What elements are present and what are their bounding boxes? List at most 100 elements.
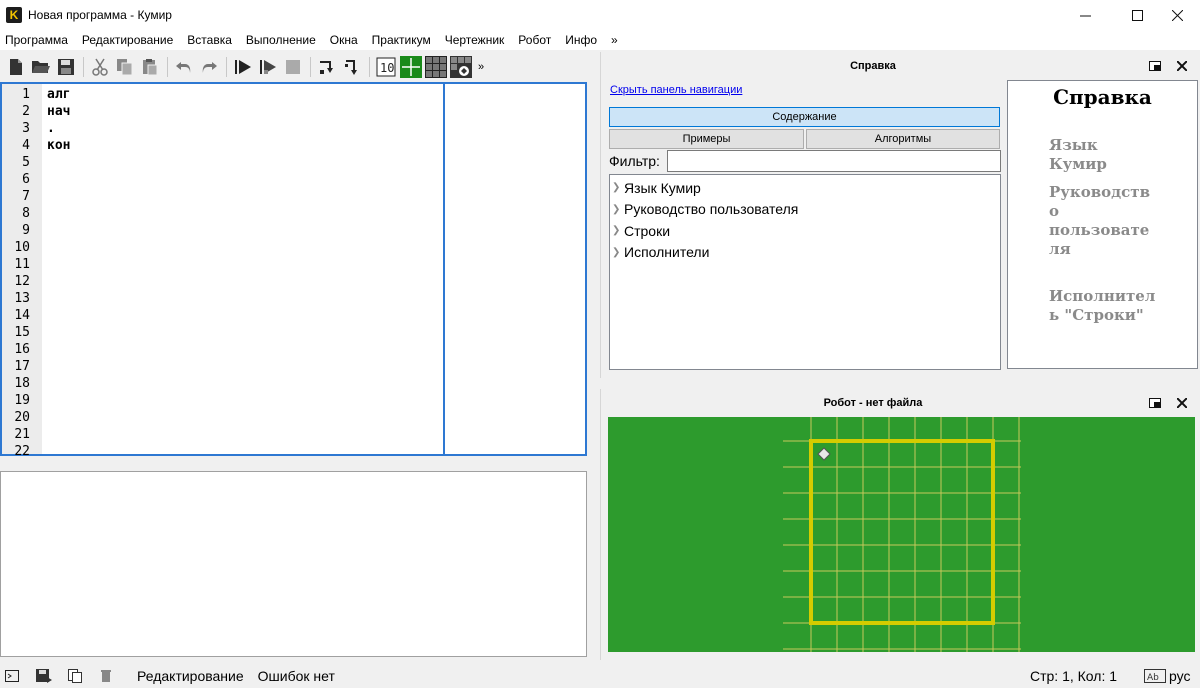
paste-button[interactable]: [138, 55, 162, 79]
line-number: 15: [14, 325, 30, 340]
undo-icon: [176, 62, 191, 73]
menu-program[interactable]: Программа: [5, 33, 68, 47]
copy-icon: [117, 59, 133, 76]
tree-item-kumir-language[interactable]: ❯ Язык Кумир: [610, 177, 1000, 199]
open-file-icon: [32, 61, 50, 73]
cursor-position: Стр: 1, Кол: 1: [1030, 668, 1118, 684]
undock-icon: [1149, 61, 1161, 71]
chevron-right-icon[interactable]: ❯: [612, 182, 624, 193]
robot-icon: [817, 447, 831, 461]
keyboard-layout-icon: Ab: [1144, 669, 1166, 686]
copy-output-icon[interactable]: [68, 668, 84, 684]
drawer-button[interactable]: [399, 55, 423, 79]
redo-button[interactable]: [197, 55, 221, 79]
tab-contents[interactable]: Содержание: [609, 107, 1000, 127]
menu-info[interactable]: Инфо: [565, 33, 597, 47]
tree-item-user-guide[interactable]: ❯ Руководство пользователя: [610, 199, 1000, 221]
help-doc-link-strings-executor[interactable]: Исполнител ь "Строки": [1049, 287, 1159, 325]
tab-algorithms[interactable]: Алгоритмы: [806, 129, 1000, 149]
line-number: 19: [14, 393, 30, 408]
menu-drawer[interactable]: Чертежник: [445, 33, 505, 47]
robot-walls: [809, 439, 995, 625]
paste-icon: [143, 59, 158, 76]
run-icon: [235, 60, 251, 74]
step-over-icon: [320, 61, 333, 74]
close-button[interactable]: [1154, 0, 1200, 30]
code-text-area[interactable]: алг нач . кон: [42, 84, 445, 454]
new-file-icon: [10, 59, 22, 75]
chevron-right-icon[interactable]: ❯: [612, 204, 624, 215]
help-doc-link-language[interactable]: Язык Кумир: [1049, 136, 1159, 174]
window-title: Новая программа - Кумир: [28, 8, 172, 22]
clear-output-icon[interactable]: [98, 668, 114, 684]
code-line[interactable]: алг: [47, 86, 443, 103]
toolbar-overflow[interactable]: »: [478, 61, 484, 73]
new-file-button[interactable]: [4, 55, 28, 79]
open-file-button[interactable]: [29, 55, 53, 79]
menu-windows[interactable]: Окна: [330, 33, 358, 47]
step-run-button[interactable]: [256, 55, 280, 79]
line-number: 12: [14, 274, 30, 289]
line-number: 22: [14, 444, 30, 459]
robot-field-canvas[interactable]: [608, 417, 1195, 652]
undock-button[interactable]: [1147, 395, 1163, 411]
chevron-right-icon[interactable]: ❯: [612, 225, 624, 236]
close-help-button[interactable]: [1174, 58, 1190, 74]
editor-margin[interactable]: [445, 84, 585, 454]
copy-button[interactable]: [113, 55, 137, 79]
save-button[interactable]: [54, 55, 78, 79]
robot-edit-button[interactable]: [449, 55, 473, 79]
menu-robot[interactable]: Робот: [518, 33, 551, 47]
status-mode: Редактирование: [137, 668, 244, 684]
save-icon: [58, 59, 74, 75]
tree-item-executors[interactable]: ❯ Исполнители: [610, 242, 1000, 264]
line-number: 9: [22, 223, 30, 238]
menu-run[interactable]: Выполнение: [246, 33, 316, 47]
cut-button[interactable]: [88, 55, 112, 79]
robot-grid-icon: [425, 56, 447, 78]
robot-edit-icon: [450, 56, 472, 78]
counter-button[interactable]: 10: [374, 55, 398, 79]
code-line[interactable]: нач: [47, 103, 443, 120]
run-button[interactable]: [231, 55, 255, 79]
line-number: 1: [22, 87, 30, 102]
help-doc-link-user-guide[interactable]: Руководств о пользовате ля: [1049, 183, 1159, 259]
line-number: 6: [22, 172, 30, 187]
output-console[interactable]: [0, 471, 587, 657]
tree-item-strings[interactable]: ❯ Строки: [610, 220, 1000, 242]
menu-edit[interactable]: Редактирование: [82, 33, 173, 47]
chevron-right-icon[interactable]: ❯: [612, 247, 624, 258]
hide-navigation-link[interactable]: Скрыть панель навигации: [610, 84, 742, 96]
minimize-button[interactable]: [1062, 0, 1108, 30]
robot-field[interactable]: [608, 417, 1195, 652]
filter-input[interactable]: [667, 150, 1001, 172]
step-into-button[interactable]: [340, 55, 364, 79]
undo-button[interactable]: [172, 55, 196, 79]
help-document-view: Справка Язык Кумир Руководств о пользова…: [1007, 80, 1198, 369]
code-editor[interactable]: 1 2 3 4 5 6 7 8 9 10 11 12 13 14 15 16 1…: [0, 82, 587, 459]
save-output-icon[interactable]: [36, 668, 52, 684]
tab-examples[interactable]: Примеры: [609, 129, 804, 149]
redo-icon: [202, 62, 217, 73]
robot-grid-button[interactable]: [424, 55, 448, 79]
menu-insert[interactable]: Вставка: [187, 33, 232, 47]
code-line[interactable]: кон: [47, 137, 443, 154]
menu-practicum[interactable]: Практикум: [372, 33, 431, 47]
close-robot-button[interactable]: [1174, 395, 1190, 411]
drawer-icon: [400, 56, 422, 78]
terminal-icon[interactable]: [4, 668, 20, 684]
stop-button[interactable]: [281, 55, 305, 79]
line-number: 3: [22, 121, 30, 136]
maximize-icon: [1131, 9, 1143, 21]
line-number: 10: [14, 240, 30, 255]
line-numbers: 1 2 3 4 5 6 7 8 9 10 11 12 13 14 15 16 1…: [2, 84, 42, 459]
code-line[interactable]: .: [47, 120, 443, 137]
line-number: 16: [14, 342, 30, 357]
status-errors: Ошибок нет: [257, 668, 335, 684]
step-over-button[interactable]: [315, 55, 339, 79]
close-icon: [1177, 398, 1187, 408]
undock-button[interactable]: [1147, 58, 1163, 74]
menu-overflow[interactable]: »: [611, 33, 618, 47]
help-panel: Справка Скрыть панель навигации Содержан…: [600, 52, 1200, 378]
help-navigation-tree: ❯ Язык Кумир ❯ Руководство пользователя …: [609, 174, 1001, 370]
